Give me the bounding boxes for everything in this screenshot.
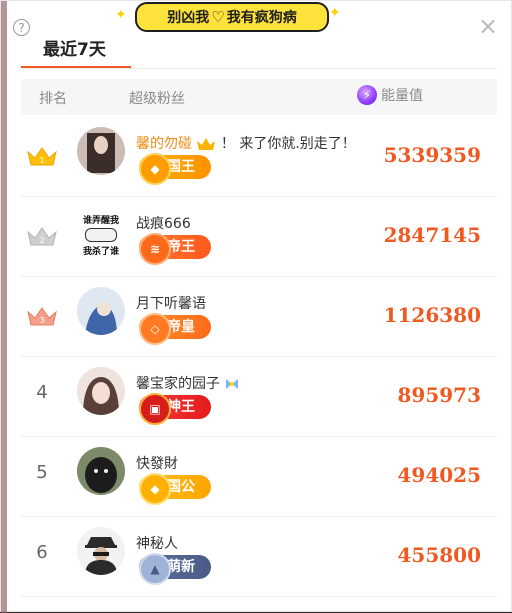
energy-icon: ⚡ — [357, 85, 377, 105]
background-strip — [1, 1, 7, 613]
rank-number: 3 — [39, 316, 44, 325]
rank-number: 1 — [39, 156, 44, 165]
tab-divider — [21, 68, 497, 69]
leaderboard-row[interactable]: 2 谁弄醒我 我杀了谁 战痕666 ≋ 帝王 2847145 — [21, 196, 497, 277]
fan-name: 馨的勿碰 ！ 来了你就.别走了！ — [136, 133, 356, 153]
crown-icon — [197, 138, 216, 150]
avatar[interactable] — [77, 367, 125, 415]
rank-number: 5 — [36, 462, 48, 483]
avatar-text: 我杀了谁 — [82, 247, 119, 255]
leaderboard-row[interactable]: 6 神秘人 ▲ 萌新 455800 — [21, 516, 497, 597]
badge-label: 帝王 — [167, 239, 195, 255]
level-badge: ◆ 国王 — [139, 153, 211, 185]
close-icon[interactable]: × — [477, 14, 499, 38]
badge-emblem-icon: ≋ — [139, 233, 171, 265]
energy-value: 455800 — [397, 543, 482, 567]
level-badge: ◆ 国公 — [139, 473, 211, 505]
badge-emblem-icon: ▲ — [139, 553, 171, 585]
energy-value: 895973 — [397, 383, 482, 407]
leaderboard-row[interactable]: 5 快發財 ◆ 国公 494025 — [21, 436, 497, 517]
energy-value: 494025 — [397, 463, 482, 487]
leaderboard-row[interactable]: 4 馨宝家的园子 ▣ 神王 895973 — [21, 356, 497, 437]
rank-number: 4 — [36, 382, 48, 403]
tab-recent-7-days[interactable]: 最近7天 — [43, 35, 106, 60]
badge-label: 神王 — [167, 399, 195, 415]
avatar-face — [85, 228, 117, 242]
level-badge: ▣ 神王 — [139, 393, 211, 425]
badge-label: 萌新 — [167, 559, 195, 575]
table-header: 排名 超级粉丝 ⚡ 能量值 — [21, 79, 497, 115]
leaderboard-row[interactable]: 3 月下听馨语 ◇ 帝皇 1126380 — [21, 276, 497, 357]
badge-emblem-icon: ◇ — [139, 313, 171, 345]
avatar[interactable] — [77, 127, 125, 175]
energy-value: 5339359 — [383, 143, 481, 167]
badge-emblem-icon: ◆ — [139, 153, 171, 185]
badge-emblem-icon: ▣ — [139, 393, 171, 425]
fan-name: 快發財 — [136, 456, 178, 472]
fan-name: 战痕666 — [136, 216, 191, 232]
avatar[interactable] — [77, 287, 125, 335]
avatar[interactable] — [77, 527, 125, 575]
bronze-crown-icon: 3 — [27, 307, 57, 326]
energy-value: 2847145 — [383, 223, 481, 247]
title-banner: 别凶我 ♡ 我有疯狗病 — [135, 2, 329, 32]
leaderboard-row[interactable]: 1 馨的勿碰 ！ 来了你就.别走了！ ◆ 国王 5339359 — [21, 116, 497, 197]
sparkle-icon: ✦ — [115, 7, 127, 23]
fan-name-text: 馨的勿碰 — [136, 136, 192, 152]
fairy-icon — [226, 379, 239, 389]
fan-leaderboard-panel: ? × ✦ ✦ 别凶我 ♡ 我有疯狗病 最近7天 排名 超级粉丝 ⚡ 能量值 1 馨… — [0, 0, 512, 613]
rank-column-header: 排名 — [39, 91, 67, 107]
fans-column-header: 超级粉丝 — [129, 91, 185, 107]
rank-number: 2 — [39, 236, 44, 245]
badge-label: 国王 — [167, 159, 195, 175]
badge-emblem-icon: ◆ — [139, 473, 171, 505]
heart-icon: ♡ — [211, 8, 225, 26]
avatar-text: 谁弄醒我 — [82, 216, 119, 226]
fan-name: 月下听馨语 — [136, 296, 206, 312]
badge-label: 帝皇 — [167, 319, 195, 335]
level-badge: ≋ 帝王 — [139, 233, 211, 265]
fan-name: 神秘人 — [136, 536, 178, 552]
level-badge: ◇ 帝皇 — [139, 313, 211, 345]
fan-name: 馨宝家的园子 — [136, 373, 240, 393]
energy-label: 能量值 — [381, 88, 423, 104]
fan-name-suffix: ！ 来了你就.别走了！ — [220, 136, 356, 152]
rank-number: 6 — [36, 542, 48, 563]
gold-crown-icon: 1 — [27, 147, 57, 166]
badge-label: 国公 — [167, 479, 195, 495]
fan-name-text: 馨宝家的园子 — [136, 376, 220, 392]
energy-value: 1126380 — [383, 303, 481, 327]
energy-column-header: ⚡ 能量值 — [357, 85, 423, 105]
silver-crown-icon: 2 — [27, 227, 57, 246]
avatar[interactable] — [77, 447, 125, 495]
banner-left-text: 别凶我 — [167, 10, 210, 26]
sparkle-icon: ✦ — [329, 5, 341, 21]
level-badge: ▲ 萌新 — [139, 553, 211, 585]
avatar[interactable]: 谁弄醒我 我杀了谁 — [77, 207, 125, 255]
help-icon[interactable]: ? — [13, 19, 30, 36]
banner-right-text: 我有疯狗病 — [226, 10, 297, 26]
